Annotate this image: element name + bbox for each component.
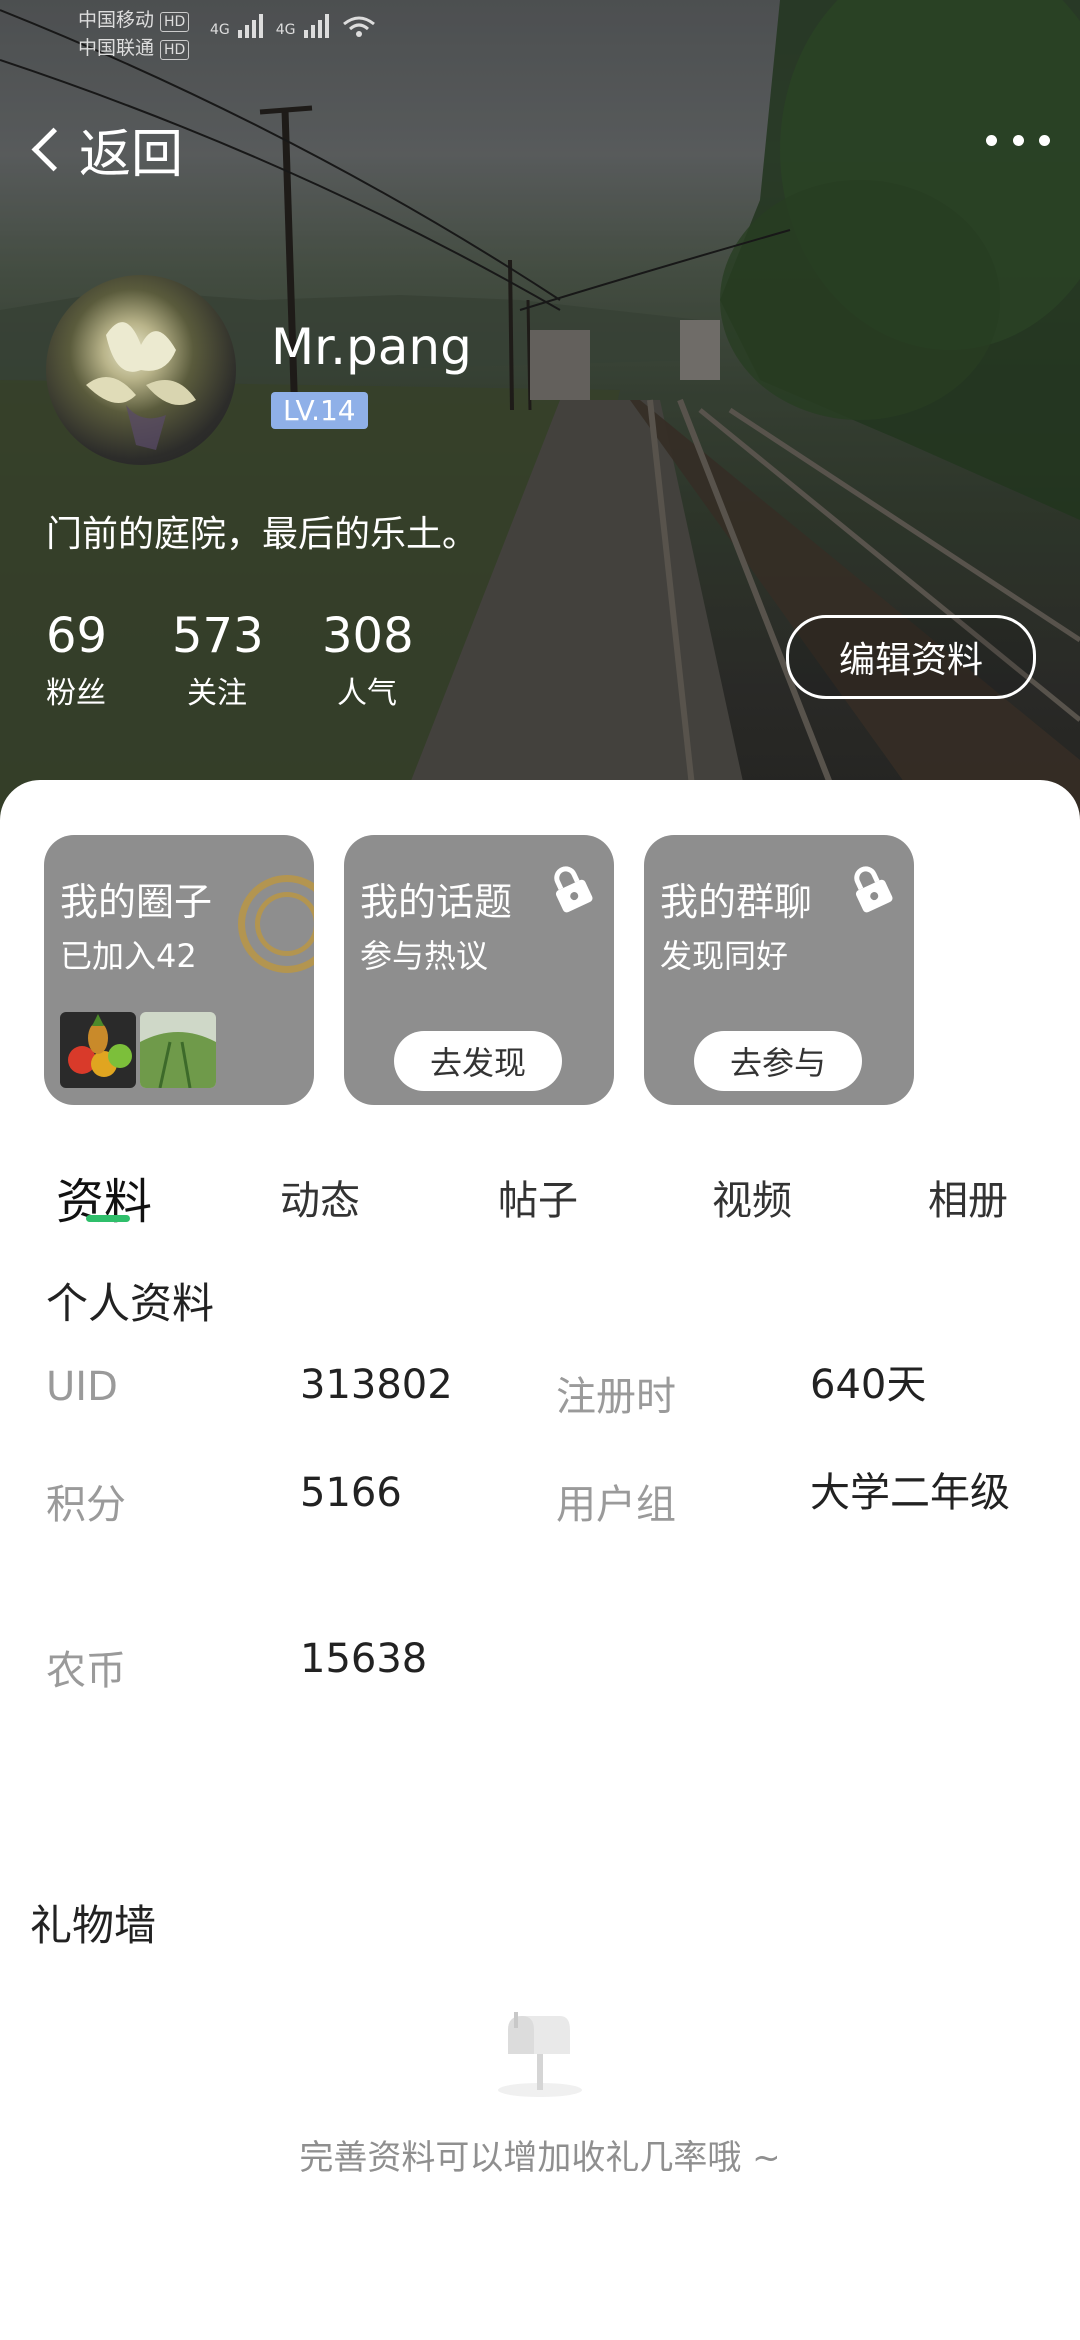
stat-value: 69 <box>46 608 108 664</box>
carrier-2: 中国联通 <box>78 37 155 59</box>
status-bar: 中国移动 HD 中国联通 HD <box>78 6 190 62</box>
card-title: 我的话题 <box>360 880 513 924</box>
chevron-left-icon <box>31 127 76 172</box>
more-button[interactable] <box>986 120 1050 160</box>
avatar-image <box>86 322 196 450</box>
hd-badge: HD <box>160 12 190 32</box>
signal-icon <box>237 14 263 38</box>
stat-label: 关注 <box>187 676 247 711</box>
signal-icons: 4G 4G <box>210 14 376 38</box>
bio: 门前的庭院，最后的乐土。 <box>46 514 479 555</box>
username: Mr.pang <box>271 318 472 376</box>
net-type-2: 4G <box>275 22 296 38</box>
stat-label: 粉丝 <box>46 676 106 711</box>
tab-videos[interactable]: 视频 <box>712 1168 792 1226</box>
info-key: UID <box>46 1364 118 1410</box>
profile-panel: 我的圈子 已加入42 我的话题 参与热议 去发现 我的群聊 发现同好 去参与 资… <box>0 780 1080 2340</box>
circle-ring-icon <box>238 875 314 973</box>
info-key: 注册时 <box>556 1374 676 1420</box>
info-key: 积分 <box>46 1482 126 1528</box>
circle-thumbnail-field[interactable] <box>140 1012 216 1088</box>
tab-albums[interactable]: 相册 <box>928 1168 1008 1226</box>
stat-label: 人气 <box>337 676 397 711</box>
card-subtitle: 已加入42 <box>60 937 197 975</box>
info-key: 农币 <box>46 1648 126 1694</box>
edit-profile-button[interactable]: 编辑资料 <box>786 615 1036 699</box>
card-my-groups[interactable]: 我的群聊 发现同好 去参与 <box>644 835 914 1105</box>
card-my-topics[interactable]: 我的话题 参与热议 去发现 <box>344 835 614 1105</box>
join-button[interactable]: 去参与 <box>694 1031 862 1091</box>
stat-fans[interactable]: 69 粉丝 <box>46 608 108 712</box>
back-label: 返回 <box>79 125 184 185</box>
info-key: 用户组 <box>556 1482 676 1528</box>
section-title-info: 个人资料 <box>46 1279 215 1328</box>
tab-posts[interactable]: 帖子 <box>498 1168 578 1226</box>
lock-icon <box>854 866 893 913</box>
carrier-1: 中国移动 <box>78 9 155 31</box>
stat-value: 573 <box>172 608 264 664</box>
tab-activity[interactable]: 动态 <box>280 1168 360 1226</box>
profile-tabs: 资料 动态 帖子 视频 相册 <box>0 1140 1080 1230</box>
avatar[interactable] <box>46 275 236 465</box>
info-value: 5166 <box>300 1470 402 1516</box>
back-button[interactable]: 返回 <box>26 112 183 187</box>
active-tab-indicator <box>86 1215 130 1222</box>
info-value: 313802 <box>300 1362 453 1408</box>
card-title: 我的群聊 <box>660 880 813 924</box>
info-value: 640天 <box>810 1362 927 1408</box>
signal-icon <box>303 14 329 38</box>
stat-popularity[interactable]: 308 人气 <box>322 608 414 712</box>
info-value: 15638 <box>300 1636 428 1682</box>
hd-badge: HD <box>160 40 190 60</box>
wifi-icon <box>342 16 375 37</box>
empty-mailbox-icon <box>498 2012 582 2097</box>
net-type-1: 4G <box>210 22 230 38</box>
level-badge: LV.14 <box>271 392 368 429</box>
card-subtitle: 发现同好 <box>660 937 789 975</box>
card-title: 我的圈子 <box>60 880 213 924</box>
section-title-gifts: 礼物墙 <box>30 1901 157 1950</box>
card-subtitle: 参与热议 <box>360 937 489 975</box>
discover-button[interactable]: 去发现 <box>394 1031 562 1091</box>
stat-value: 308 <box>322 608 414 664</box>
stat-following[interactable]: 573 关注 <box>172 608 264 712</box>
gift-empty-text: 完善资料可以增加收礼几率哦 ~ <box>299 2138 781 2178</box>
card-my-circles[interactable]: 我的圈子 已加入42 <box>44 835 314 1105</box>
info-value: 大学二年级 <box>810 1470 1010 1516</box>
lock-icon <box>554 866 593 913</box>
more-dots-icon <box>986 134 997 146</box>
circle-thumbnail-fruit[interactable] <box>60 1012 136 1088</box>
